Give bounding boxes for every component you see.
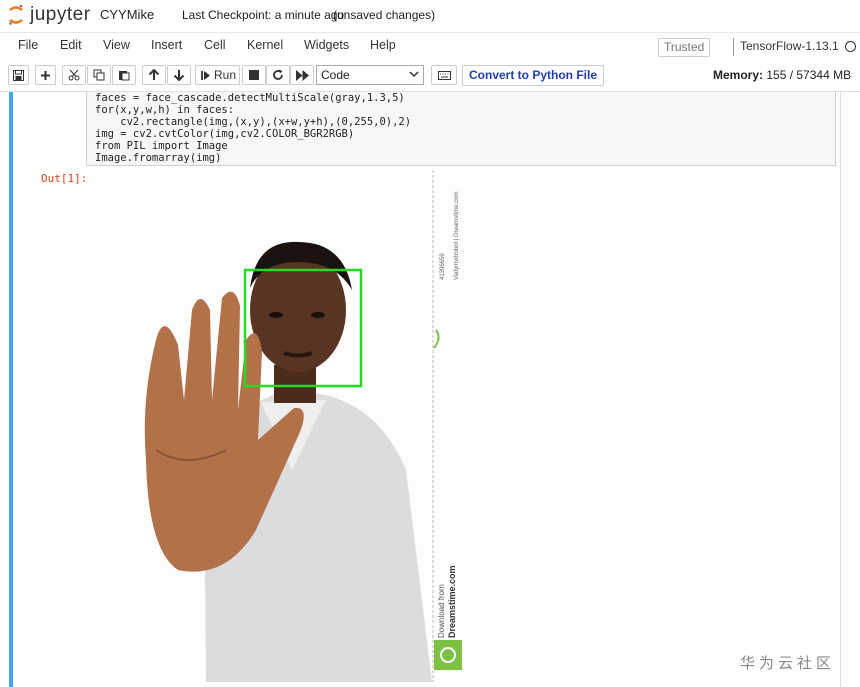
run-label: Run [214, 68, 237, 82]
notebook-border [840, 92, 841, 687]
paste-button[interactable] [112, 65, 136, 85]
arrow-down-icon [173, 70, 185, 81]
code-line: Image.fromarray(img) [95, 152, 222, 164]
move-up-button[interactable] [142, 65, 166, 85]
code-input-area[interactable]: faces = face_cascade.detectMultiScale(gr… [86, 92, 836, 166]
notebook-name[interactable]: CYYMike [100, 7, 154, 22]
cell-type-select[interactable]: Code [316, 65, 424, 85]
restart-button[interactable] [266, 65, 290, 85]
run-button[interactable]: Run [195, 65, 240, 85]
code-line: img = cv2.cvtColor(img,cv2.COLOR_BGR2RGB… [95, 128, 355, 140]
image-id-text: 41396659 [440, 253, 446, 280]
left-eye [269, 312, 283, 318]
menu-view[interactable]: View [103, 38, 130, 52]
command-palette-button[interactable] [431, 65, 457, 85]
arrow-up-icon [148, 69, 160, 80]
memory-indicator: Memory: 155 / 57344 MB [713, 68, 851, 82]
toolbar: Run Code Convert to Python File Memory: … [0, 61, 860, 92]
memory-value: 155 / 57344 MB [766, 68, 852, 82]
cell-type-value: Code [321, 68, 350, 82]
kernel-idle-indicator-icon [845, 41, 856, 52]
scissors-icon [68, 69, 80, 81]
jupyter-logo[interactable]: jupyter [8, 4, 92, 28]
checkpoint-status: Last Checkpoint: a minute ago [182, 8, 345, 22]
menu-cell[interactable]: Cell [204, 38, 226, 52]
dreamstime-logo [434, 640, 462, 670]
menu-widgets[interactable]: Widgets [304, 38, 349, 52]
copy-button[interactable] [87, 65, 111, 85]
menubar: File Edit View Insert Cell Kernel Widget… [0, 32, 860, 62]
code-line: faces = face_cascade.detectMultiScale(gr… [95, 92, 405, 104]
code-line: cv2.rectangle(img,(x,y),(x+w,y+h),(0,255… [95, 116, 412, 128]
right-eye [311, 312, 325, 318]
notebook-area: faces = face_cascade.detectMultiScale(gr… [0, 92, 860, 687]
kernel-name[interactable]: TensorFlow-1.13.1 [740, 39, 839, 53]
copy-icon [93, 69, 105, 81]
convert-to-python-button[interactable]: Convert to Python File [462, 65, 605, 86]
output-image: Download from Dreamstime.com 41396659 Va… [86, 170, 466, 682]
restart-run-all-button[interactable] [290, 65, 314, 85]
output-prompt: Out[1]: [41, 172, 88, 185]
menu-kernel[interactable]: Kernel [247, 38, 283, 52]
menu-insert[interactable]: Insert [151, 38, 182, 52]
code-line: from PIL import Image [95, 140, 228, 152]
download-from-text: Download from [437, 584, 446, 638]
kernel-separator [733, 38, 734, 56]
move-down-button[interactable] [167, 65, 191, 85]
unsaved-status: (unsaved changes) [333, 8, 436, 22]
fast-forward-icon [295, 69, 309, 81]
add-cell-button[interactable] [35, 65, 56, 85]
trusted-badge[interactable]: Trusted [658, 38, 711, 57]
save-icon [13, 69, 24, 81]
header: jupyter CYYMike Last Checkpoint: a minut… [0, 0, 860, 32]
paste-icon [119, 71, 130, 81]
save-button[interactable] [8, 65, 29, 85]
menu-file[interactable]: File [18, 38, 38, 52]
menu-help[interactable]: Help [370, 38, 396, 52]
jupyter-logo-icon [9, 4, 23, 25]
keyboard-icon [437, 70, 451, 80]
plus-icon [41, 70, 50, 80]
dreamstime-text: Dreamstime.com [447, 565, 457, 638]
code-line: for(x,y,w,h) in faces: [95, 104, 235, 116]
watermark: 华为云社区 [740, 655, 836, 672]
selected-cell-indicator [9, 92, 13, 687]
menu-edit[interactable]: Edit [60, 38, 82, 52]
interrupt-button[interactable] [242, 65, 266, 85]
logo-text: jupyter [30, 4, 91, 25]
refresh-icon [273, 69, 283, 80]
stop-icon [249, 70, 259, 80]
step-forward-icon [201, 70, 210, 80]
image-author-text: Vadymvdrobot | Dreamstime.com [454, 192, 460, 280]
chevron-down-icon [409, 71, 419, 78]
cut-button[interactable] [62, 65, 86, 85]
memory-label: Memory: [713, 68, 764, 82]
